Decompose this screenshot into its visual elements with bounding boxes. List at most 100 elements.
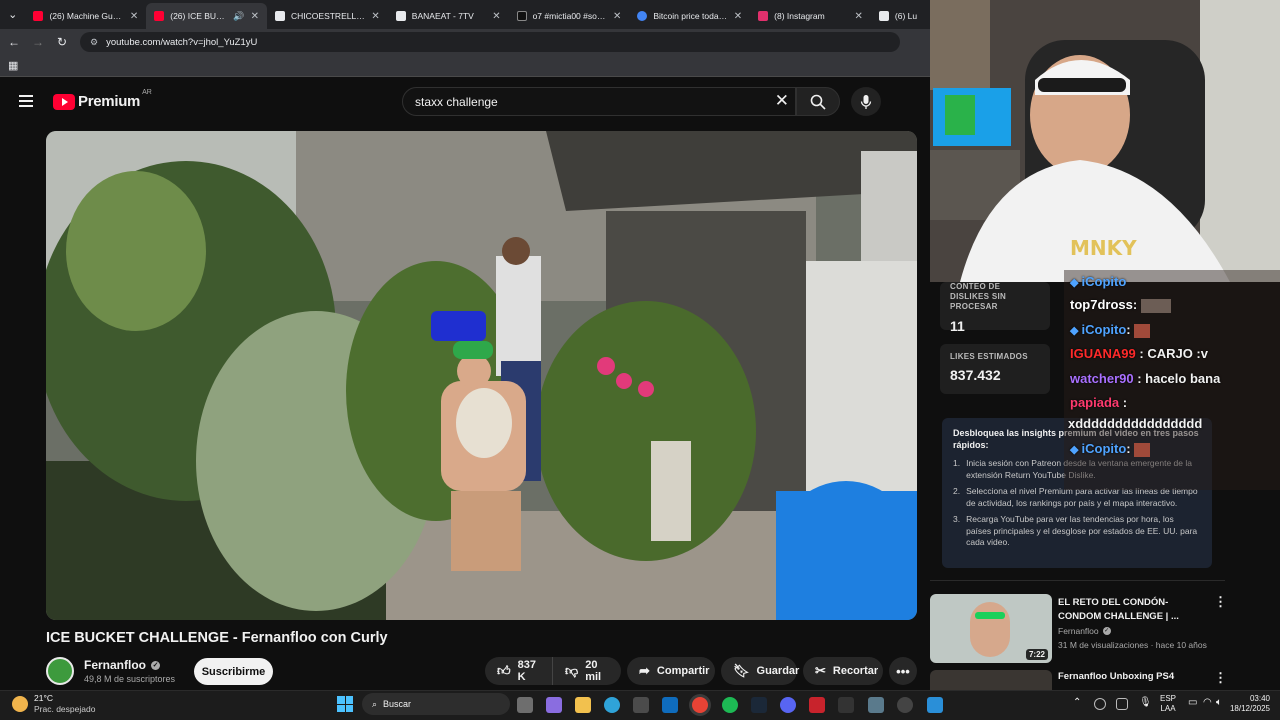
- weather-temp: 21°C: [34, 693, 53, 703]
- recommended-video-thumbnail[interactable]: 7:22: [930, 594, 1052, 663]
- more-vertical-icon[interactable]: ⋮: [1214, 670, 1227, 686]
- app-icon[interactable]: [868, 697, 884, 713]
- app-icon[interactable]: [809, 697, 825, 713]
- spotify-icon[interactable]: [722, 697, 738, 713]
- chat-message: papiada :: [1070, 395, 1128, 410]
- dislike-button[interactable]: 👎︎ 20 mil: [552, 657, 621, 685]
- thumbs-up-icon: 👍︎: [497, 663, 511, 678]
- close-tab-icon[interactable]: ✕: [371, 11, 379, 22]
- more-actions-button[interactable]: •••: [889, 657, 917, 685]
- navigation-bar: ← → ↻ ⚙ youtube.com/watch?v=jhol_YuZ1yU: [0, 29, 930, 55]
- share-button[interactable]: ➦ Compartir: [627, 657, 715, 685]
- site-info-icon[interactable]: ⚙: [90, 37, 98, 48]
- raw-dislikes-label: CONTEO DE DISLIKES SIN PROCESAR: [950, 282, 1007, 311]
- chat-emote: [1134, 323, 1151, 338]
- menu-icon[interactable]: [19, 95, 33, 107]
- steam-icon[interactable]: [751, 697, 767, 713]
- search-input[interactable]: staxx challenge ✕: [402, 87, 796, 116]
- weather-widget[interactable]: 21°C Prac. despejado: [12, 693, 95, 715]
- store-icon[interactable]: [633, 697, 649, 713]
- chat-message: ◆ iCopito:: [1070, 441, 1151, 457]
- reload-icon[interactable]: ↻: [50, 35, 74, 49]
- copilot-icon[interactable]: [546, 697, 562, 713]
- raw-dislikes-card: CONTEO DE DISLIKES SIN PROCESAR 11: [940, 282, 1050, 334]
- chat-message: watcher90 : hacelo bana: [1070, 371, 1221, 386]
- app-icon[interactable]: [897, 697, 913, 713]
- youtube-logo[interactable]: Premium AR: [53, 89, 152, 110]
- task-view-icon[interactable]: [517, 697, 533, 713]
- tab[interactable]: CHICOESTRELLA - 7T✕: [267, 3, 388, 29]
- chrome-icon[interactable]: [692, 697, 708, 713]
- share-icon: ➦: [639, 663, 650, 678]
- estimated-likes-card: LIKES ESTIMADOS 837.432: [940, 344, 1050, 394]
- taskbar-search[interactable]: ⌕ Buscar: [362, 693, 510, 715]
- video-player[interactable]: [46, 131, 917, 620]
- close-tab-icon[interactable]: ✕: [130, 11, 138, 22]
- youtube-favicon-icon: [154, 11, 165, 21]
- tab-search-button[interactable]: ⌄: [0, 0, 25, 29]
- estimated-likes-value: 837.432: [950, 367, 1001, 383]
- search-button[interactable]: [796, 87, 840, 116]
- chat-badge-icon: ◆: [1070, 444, 1082, 456]
- close-tab-icon[interactable]: ✕: [734, 11, 742, 22]
- edge-icon[interactable]: [604, 697, 620, 713]
- tab[interactable]: (8) Instagram ✕: [750, 3, 871, 29]
- scissors-icon: ✂: [815, 663, 826, 678]
- voice-search-button[interactable]: [851, 87, 881, 116]
- discord-icon[interactable]: [780, 697, 796, 713]
- windows-logo-icon: [337, 696, 345, 704]
- chat-emote: [1140, 298, 1171, 313]
- x-favicon-icon: [878, 11, 889, 21]
- chat-message-continued: xdddddddddddddddd: [1068, 416, 1203, 431]
- close-tab-icon[interactable]: ✕: [251, 11, 259, 22]
- close-tab-icon[interactable]: ✕: [492, 11, 500, 22]
- tab[interactable]: (6) Lu: [871, 3, 930, 29]
- file-explorer-icon[interactable]: [575, 697, 591, 713]
- forward-arrow-icon[interactable]: →: [26, 35, 50, 49]
- save-button[interactable]: 🔖︎ Guardar: [721, 657, 799, 685]
- more-vertical-icon[interactable]: ⋮: [1214, 594, 1227, 610]
- close-tab-icon[interactable]: ✕: [855, 11, 863, 22]
- like-button[interactable]: 👍︎ 837 K: [485, 657, 552, 685]
- recommended-video-title[interactable]: EL RETO DEL CONDÓN- CONDOM CHALLENGE | .…: [1058, 596, 1198, 624]
- channel-avatar[interactable]: [46, 657, 74, 685]
- outlook-icon[interactable]: [662, 697, 678, 713]
- start-button[interactable]: [337, 696, 353, 712]
- clock[interactable]: 03:40 18/12/2025: [1222, 694, 1270, 714]
- chat-message: top7dross:: [1070, 297, 1171, 313]
- step-item: 3. Recarga YouTube para ver las tendencia…: [953, 514, 1198, 547]
- wifi-icon[interactable]: ◠: [1203, 697, 1212, 708]
- subscriber-count: 49,8 M de suscriptores: [84, 674, 176, 684]
- language-indicator[interactable]: ESP LAA: [1160, 694, 1176, 714]
- tray-app-icon[interactable]: [1116, 698, 1128, 710]
- verified-icon: ✓: [151, 660, 160, 670]
- network-icon[interactable]: ▭: [1188, 697, 1197, 708]
- tab[interactable]: Bitcoin price today, B ✕: [629, 3, 750, 29]
- tab[interactable]: (26) Machine Gun Ke ✕: [25, 3, 146, 29]
- search-icon: [810, 94, 826, 110]
- subscribe-button[interactable]: Suscribirme: [194, 658, 273, 685]
- tray-overflow-icon[interactable]: ⌃: [1073, 697, 1081, 708]
- tab-active[interactable]: (26) ICE BUCKET C🔊✕: [146, 3, 268, 29]
- weather-desc: Prac. despejado: [34, 704, 96, 714]
- channel-name[interactable]: Fernanfloo ✓: [84, 658, 160, 672]
- chat-badge-icon: ◆: [1070, 277, 1082, 289]
- app-icon[interactable]: [838, 697, 854, 713]
- tab[interactable]: BANAEAT - 7TV ✕: [388, 3, 509, 29]
- thumbs-down-icon: 👎︎: [565, 663, 579, 678]
- tab[interactable]: o7 #mictia00 #soarin ✕: [509, 3, 630, 29]
- recommended-video-title[interactable]: Fernanfloo Unboxing PS4: [1058, 671, 1174, 682]
- logo-text: Premium: [78, 93, 141, 110]
- clip-button[interactable]: ✂ Recortar: [803, 657, 883, 685]
- speaker-icon[interactable]: 🔊: [233, 11, 244, 22]
- tray-app-icon[interactable]: [1094, 698, 1106, 710]
- back-arrow-icon[interactable]: ←: [2, 35, 26, 49]
- apps-grid-icon[interactable]: ▦: [8, 59, 18, 72]
- recommended-channel[interactable]: Fernanfloo ✓: [1058, 626, 1111, 636]
- chat-overlay: ◆ iCopito top7dross: ◆ iCopito: IGUANA99…: [1064, 270, 1280, 490]
- close-tab-icon[interactable]: ✕: [613, 11, 621, 22]
- microphone-icon[interactable]: 🎙︎: [1139, 697, 1152, 708]
- app-icon[interactable]: [927, 697, 943, 713]
- clear-search-icon[interactable]: ✕: [775, 91, 789, 111]
- address-bar[interactable]: ⚙ youtube.com/watch?v=jhol_YuZ1yU: [80, 32, 900, 52]
